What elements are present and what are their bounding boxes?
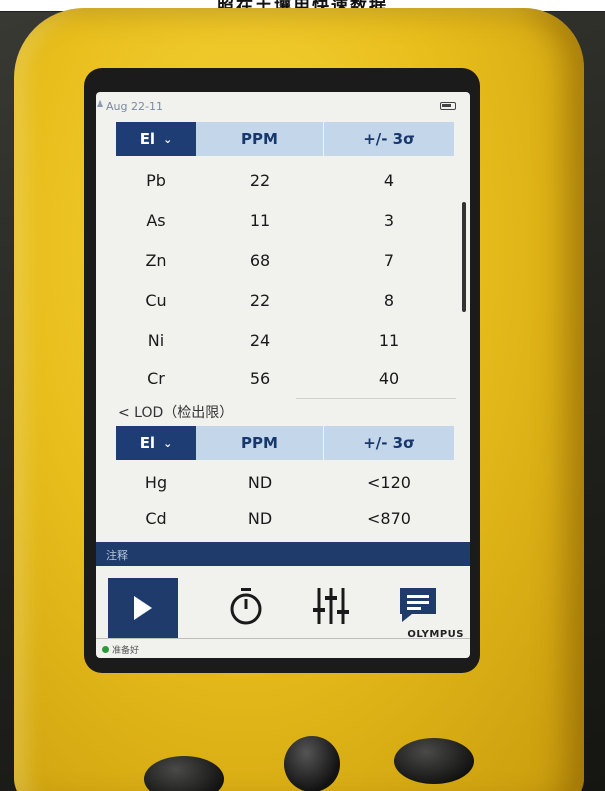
ppm-cell: 56 — [249, 368, 271, 388]
message-button[interactable] — [396, 584, 440, 626]
start-test-button[interactable] — [108, 578, 178, 638]
ppm-cell: 24 — [249, 330, 271, 350]
error-header: +/- 3σ — [324, 426, 454, 460]
element-cell: Cu — [145, 290, 167, 310]
element-cell: Cr — [147, 368, 165, 388]
element-cell: Pb — [146, 170, 166, 190]
table-row[interactable]: Zn 68 7 — [116, 240, 454, 280]
device-screen: ♟ Aug 22-11 El ⌄ PPM +/- 3σ Pb 22 4 As 1… — [96, 92, 470, 658]
element-header-label: El — [139, 434, 156, 452]
element-cell: Cd — [145, 508, 167, 528]
results-table-header: El ⌄ PPM +/- 3σ — [116, 122, 454, 156]
ready-indicator-icon — [102, 646, 109, 653]
element-column-dropdown[interactable]: El ⌄ — [116, 122, 196, 156]
table-row[interactable]: Cr 56 40 — [116, 358, 454, 398]
error-header: +/- 3σ — [324, 122, 454, 156]
ppm-cell: ND — [247, 472, 273, 492]
ppm-cell: ND — [247, 508, 273, 528]
settings-button[interactable] — [311, 584, 351, 628]
table-row[interactable]: Cd ND <870 — [116, 498, 454, 538]
error-cell: 8 — [383, 290, 395, 310]
ready-label: 准备好 — [112, 646, 140, 656]
center-hardware-button[interactable] — [284, 736, 340, 791]
error-cell: 7 — [383, 250, 395, 270]
timer-button[interactable] — [226, 586, 266, 626]
ppm-cell: 11 — [249, 210, 271, 230]
error-cell: <120 — [367, 472, 411, 492]
table-row[interactable]: Pb 22 4 — [116, 160, 454, 200]
notes-strip[interactable]: 注释 — [96, 542, 470, 566]
ppm-cell: 68 — [249, 250, 271, 270]
lod-table-header: El ⌄ PPM +/- 3σ — [116, 426, 454, 460]
battery-icon — [440, 102, 456, 110]
table-row[interactable]: Hg ND <120 — [116, 462, 454, 502]
photo-frame: 照在土壤用快速数据 ♟ Aug 22-11 El ⌄ PPM +/- 3σ Pb… — [0, 0, 605, 791]
error-cell: 3 — [383, 210, 395, 230]
scrollbar[interactable] — [462, 202, 466, 312]
element-cell: As — [146, 210, 166, 230]
play-icon — [134, 596, 152, 620]
status-footer: 准备好 OLYMPUS — [96, 629, 470, 658]
lod-section-label: < LOD（检出限） — [118, 405, 234, 421]
ppm-cell: 22 — [249, 290, 271, 310]
chevron-down-icon: ⌄ — [163, 436, 173, 450]
element-cell: Zn — [145, 250, 167, 270]
date-label: Aug 22-11 — [106, 100, 163, 113]
left-hardware-button[interactable] — [144, 756, 224, 791]
timer-icon — [230, 588, 262, 625]
bottom-toolbar — [96, 566, 470, 638]
table-row[interactable]: Ni 24 11 — [116, 320, 454, 360]
sliders-icon — [313, 588, 349, 624]
element-cell: Hg — [144, 472, 168, 492]
lod-element-column-dropdown[interactable]: El ⌄ — [116, 426, 196, 460]
table-row[interactable]: As 11 3 — [116, 200, 454, 240]
brand-label: OLYMPUS — [407, 629, 464, 640]
element-header-label: El — [139, 130, 156, 148]
ppm-header: PPM — [196, 122, 324, 156]
table-row[interactable]: Cu 22 8 — [116, 280, 454, 320]
notes-label: 注释 — [106, 549, 128, 562]
error-cell: 4 — [383, 170, 395, 190]
right-hardware-button[interactable] — [394, 738, 474, 784]
error-cell: 11 — [378, 330, 400, 350]
ppm-header: PPM — [196, 426, 324, 460]
ppm-cell: 22 — [249, 170, 271, 190]
user-icon: ♟ — [96, 100, 105, 110]
error-cell: 40 — [378, 368, 400, 388]
row-divider — [296, 398, 456, 399]
element-cell: Ni — [147, 330, 165, 350]
error-cell: <870 — [367, 508, 411, 528]
chevron-down-icon: ⌄ — [163, 132, 173, 146]
chat-icon — [400, 588, 436, 622]
status-bar: ♟ Aug 22-11 — [96, 92, 470, 122]
